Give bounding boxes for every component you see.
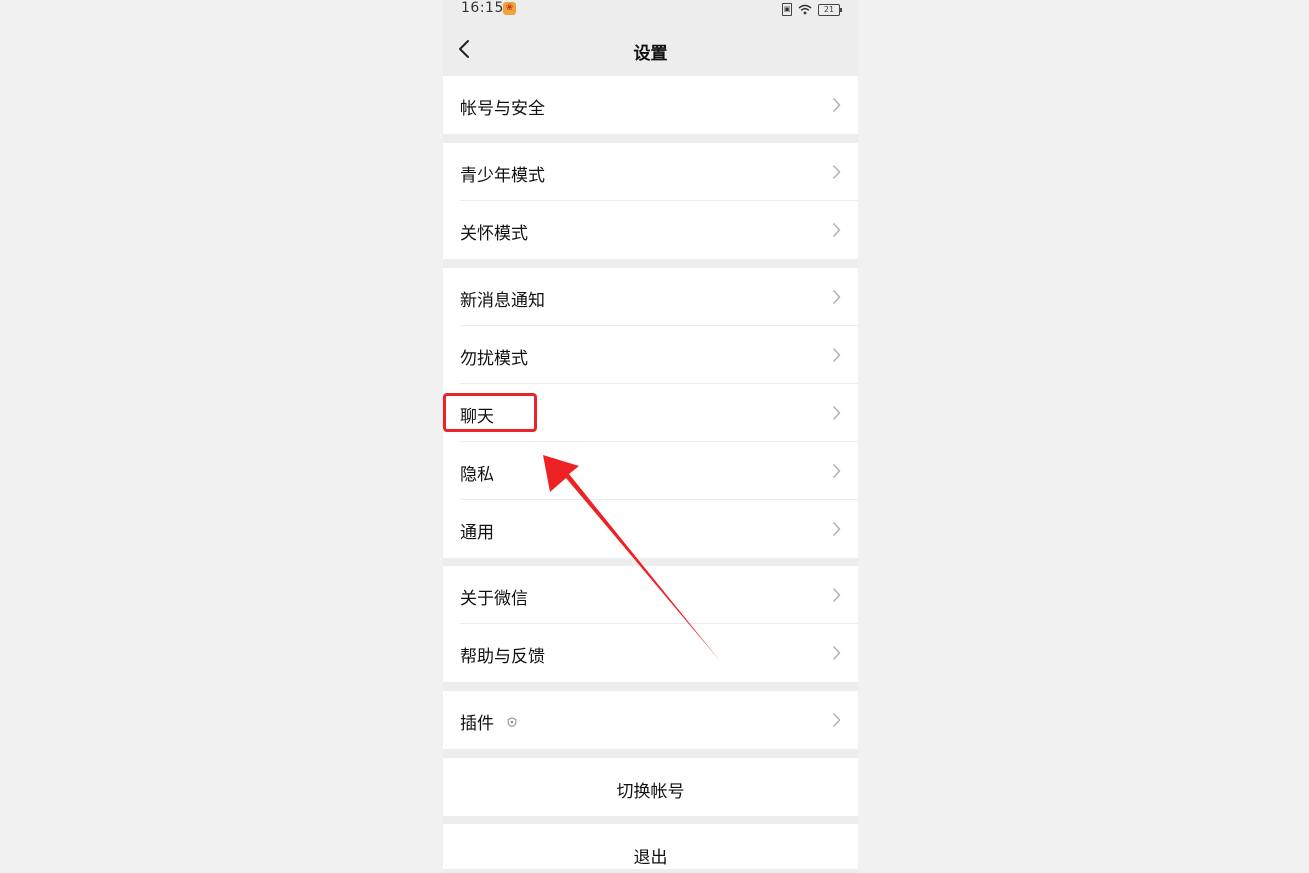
- switch-account-label: 切换帐号: [616, 782, 685, 802]
- plugin-icon: [508, 717, 517, 727]
- chevron-right-icon: [832, 712, 841, 728]
- chevron-right-icon: [832, 463, 841, 479]
- settings-item-label: 青少年模式: [460, 166, 545, 186]
- phone-screen: 16:15 ❀ ▣ 21 设置 帐号与安全 青少年模式 关怀模式 新消息通知 勿…: [443, 0, 858, 873]
- status-time: 16:15: [461, 0, 504, 16]
- settings-item-about-wechat[interactable]: 关于微信: [443, 566, 858, 624]
- chevron-right-icon: [832, 347, 841, 363]
- wifi-icon: [798, 4, 812, 15]
- settings-item-label: 隐私: [460, 465, 494, 485]
- page-title: 设置: [633, 44, 668, 64]
- settings-item-privacy[interactable]: 隐私: [443, 442, 858, 500]
- settings-item-general[interactable]: 通用: [443, 500, 858, 558]
- status-icons: ▣ 21: [782, 3, 842, 16]
- settings-item-label: 通用: [460, 523, 494, 543]
- chevron-right-icon: [832, 97, 841, 113]
- settings-item-label: 插件: [460, 714, 494, 734]
- chevron-right-icon: [832, 521, 841, 537]
- settings-item-help-feedback[interactable]: 帮助与反馈: [443, 624, 858, 682]
- settings-item-label: 帐号与安全: [460, 99, 545, 119]
- sim-icon: ▣: [782, 3, 792, 16]
- settings-item-label-wrap: 插件: [460, 709, 517, 734]
- nav-bar: 设置: [443, 22, 858, 76]
- chevron-right-icon: [832, 222, 841, 238]
- settings-item-teen-mode[interactable]: 青少年模式: [443, 143, 858, 201]
- chevron-right-icon: [832, 289, 841, 305]
- settings-item-label: 关于微信: [460, 589, 528, 609]
- logout-group: 退出: [443, 824, 858, 869]
- settings-item-account-security[interactable]: 帐号与安全: [443, 76, 858, 134]
- chevron-right-icon: [832, 405, 841, 421]
- switch-account-group: 切换帐号: [443, 758, 858, 816]
- settings-item-label: 关怀模式: [460, 224, 528, 244]
- logout-label: 退出: [633, 848, 668, 868]
- settings-item-label: 勿扰模式: [460, 349, 528, 369]
- settings-group-about: 关于微信 帮助与反馈: [443, 566, 858, 682]
- settings-item-label: 新消息通知: [460, 291, 545, 311]
- status-bar: 16:15 ❀ ▣ 21: [443, 0, 858, 20]
- settings-group-account: 帐号与安全: [443, 76, 858, 134]
- settings-item-notifications[interactable]: 新消息通知: [443, 268, 858, 326]
- settings-item-plugins[interactable]: 插件: [443, 691, 858, 749]
- settings-item-label: 帮助与反馈: [460, 647, 545, 667]
- battery-icon: 21: [818, 3, 842, 16]
- chevron-right-icon: [832, 587, 841, 603]
- chevron-right-icon: [832, 645, 841, 661]
- logout-button[interactable]: 退出: [443, 824, 858, 869]
- switch-account-button[interactable]: 切换帐号: [443, 758, 858, 816]
- chevron-right-icon: [832, 164, 841, 180]
- annotation-highlight-box: [443, 393, 537, 432]
- settings-item-care-mode[interactable]: 关怀模式: [443, 201, 858, 259]
- settings-item-do-not-disturb[interactable]: 勿扰模式: [443, 326, 858, 384]
- settings-group-plugins: 插件: [443, 691, 858, 749]
- app-notification-icon: ❀: [503, 2, 516, 15]
- settings-group-modes: 青少年模式 关怀模式: [443, 143, 858, 259]
